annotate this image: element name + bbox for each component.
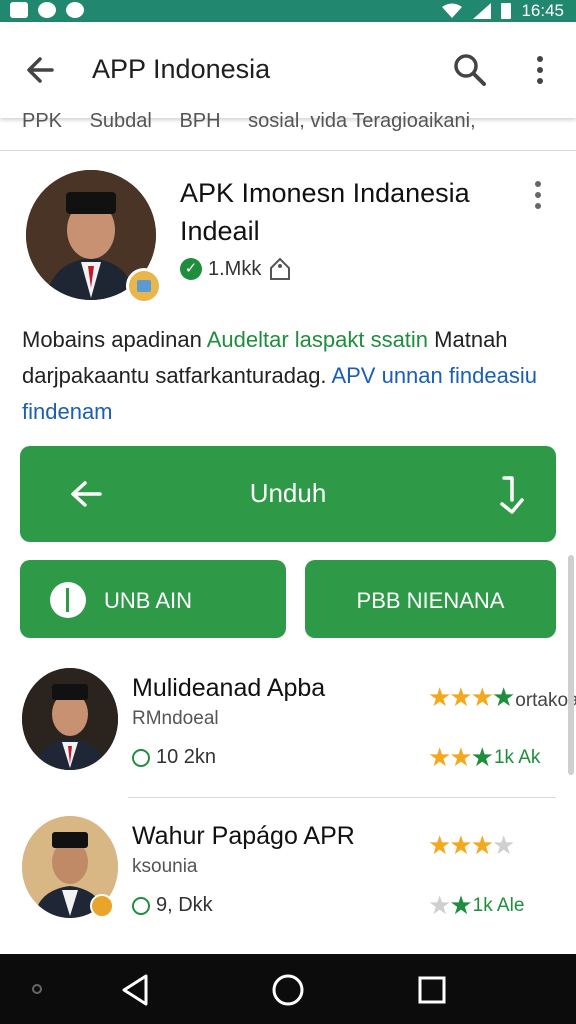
- status-time: 16:45: [521, 1, 564, 20]
- nav-home-icon[interactable]: [270, 972, 306, 1008]
- download-icon: [500, 476, 524, 514]
- star-icon: ★: [470, 742, 494, 772]
- star-rating: ★ ★ 1k Ale: [428, 890, 524, 921]
- status-bar: 16:45: [0, 0, 576, 22]
- star-icon: ★: [449, 890, 472, 920]
- secondary-button-left[interactable]: UNB AIN: [20, 560, 286, 638]
- rating-label: 1k Ak: [493, 746, 541, 768]
- list-item-meta: 9, Dkk: [132, 894, 213, 917]
- avatar: [22, 668, 118, 770]
- clock-icon: [132, 748, 150, 767]
- search-icon[interactable]: [450, 50, 490, 90]
- info-icon: [50, 582, 86, 618]
- star-icon: ★: [491, 682, 515, 712]
- star-icon: ★★★: [428, 682, 494, 712]
- tab-item[interactable]: PPK: [22, 110, 62, 132]
- developer-badge-icon: [126, 268, 162, 304]
- install-label: Unduh: [249, 478, 327, 508]
- developer-badge-icon: [90, 894, 114, 918]
- list-item-meta: 10 2kn: [132, 746, 216, 769]
- list-item[interactable]: Mulideanad Apba RMndoeal 10 2kn ★★★★ orta…: [0, 668, 576, 798]
- install-button[interactable]: Unduh: [20, 446, 556, 542]
- star-icon: ★: [491, 830, 515, 860]
- button-label: UNB AIN: [104, 588, 193, 613]
- list-item[interactable]: Wahur Papágo APR ksounia 9, Dkk ★★★★ ★ ★ 1…: [0, 816, 576, 946]
- description-highlight: Audeltar laspakt ssatin: [206, 327, 429, 352]
- scrollbar[interactable]: [568, 555, 574, 775]
- link-notification-icon: [38, 2, 56, 18]
- star-rating: ★★★★ortakoa1: [428, 682, 576, 713]
- more-vert-icon[interactable]: [528, 178, 548, 212]
- description-text: Mobains apadinan: [22, 327, 207, 352]
- secondary-button-right[interactable]: PBB NIENANA: [305, 560, 556, 638]
- sync-notification-icon: [66, 2, 84, 18]
- nav-recent-icon[interactable]: [416, 974, 448, 1006]
- image-notification-icon: [10, 2, 28, 18]
- notification-icons: [10, 2, 84, 18]
- list-item-meta-text: 10 2kn: [156, 746, 217, 768]
- system-nav-bar: [0, 954, 576, 1024]
- wifi-icon: [442, 3, 463, 18]
- battery-icon: [501, 3, 512, 19]
- rating-label: 1k Ale: [472, 894, 525, 916]
- list-item-meta-text: 9, Dkk: [156, 894, 213, 916]
- list-item-subtitle: ksounia: [132, 856, 198, 877]
- star-icon: ★★: [428, 742, 473, 772]
- app-name: APK Imonesn Indanesia Indeail: [180, 178, 470, 246]
- divider: [0, 150, 576, 151]
- button-label: PBB NIENANA: [356, 588, 505, 613]
- app-meta-row: ✓ 1.Mkk: [180, 256, 293, 282]
- tab-item[interactable]: Subdal: [90, 110, 152, 132]
- star-rating: ★★ ★ 1k Ak: [428, 742, 540, 773]
- clock-icon: [132, 896, 150, 915]
- more-vert-icon[interactable]: [526, 50, 554, 90]
- app-description: Mobains apadinan Audeltar laspakt ssatin…: [22, 322, 557, 430]
- tab-item[interactable]: BPH: [179, 110, 220, 132]
- signal-icon: [473, 3, 492, 19]
- star-rating: ★★★★: [428, 830, 515, 861]
- person-portrait-image: [22, 668, 118, 770]
- tag-icon: [270, 257, 291, 280]
- app-bar: APP Indonesia: [0, 22, 576, 118]
- star-icon: ★★★: [428, 830, 494, 860]
- divider: [128, 797, 556, 798]
- check-circle-icon: ✓: [180, 258, 202, 280]
- list-item-title: Wahur Papágo APR: [132, 822, 355, 850]
- tab-item[interactable]: sosial, vida Teragioaikani,: [248, 110, 476, 132]
- star-icon: ★: [428, 890, 451, 920]
- nav-indicator-icon: [32, 984, 42, 994]
- page-title: APP Indonesia: [92, 54, 271, 84]
- app-meta-text: 1.Mkk: [208, 257, 262, 280]
- list-item-title: Mulideanad Apba: [132, 674, 326, 702]
- list-item-subtitle: RMndoeal: [132, 708, 219, 729]
- arrow-left-icon[interactable]: [22, 50, 62, 90]
- rating-label: ortakoa1: [515, 690, 576, 711]
- nav-back-icon[interactable]: [118, 972, 154, 1008]
- category-tabs: PPK Subdal BPH sosial, vida Teragioaikan…: [22, 110, 562, 136]
